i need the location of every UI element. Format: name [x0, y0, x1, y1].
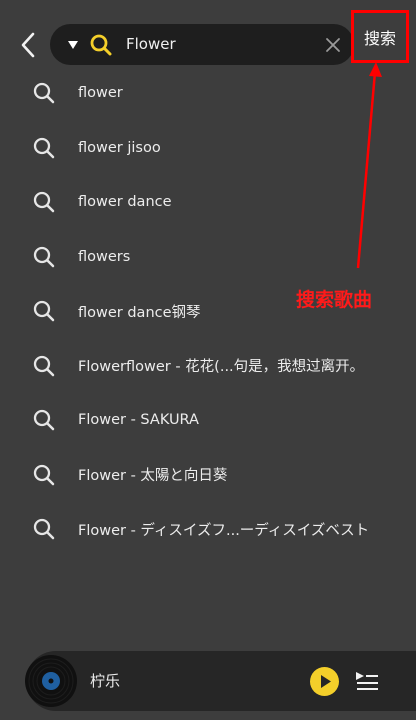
suggestion-text: Flowerflower - 花花(...句是，我想过离开。 [78, 359, 365, 376]
suggestion-text: Flower - ディスイズフ...ーディスイズベスト [78, 522, 370, 539]
search-icon [33, 355, 55, 376]
search-icon [33, 410, 55, 431]
suggestion-item[interactable]: Flower - ディスイズフ...ーディスイズベスト [0, 502, 416, 557]
player-song-title: 柠乐 [90, 672, 121, 690]
search-button[interactable]: 搜索 [351, 10, 409, 63]
suggestion-list: flower flower jisoo flower dance flowers… [0, 66, 416, 557]
clear-icon[interactable] [324, 36, 342, 54]
suggestion-item[interactable]: flower [0, 66, 416, 121]
suggestion-text: flower jisoo [78, 139, 161, 156]
suggestion-item[interactable]: flower dance [0, 175, 416, 230]
album-disc-icon[interactable] [24, 654, 78, 708]
search-type-dropdown[interactable] [66, 38, 80, 52]
chevron-left-icon [21, 32, 35, 58]
suggestion-item[interactable]: Flower - 太陽と向日葵 [0, 448, 416, 503]
suggestion-text: flower [78, 85, 123, 102]
search-icon [33, 192, 55, 213]
search-input[interactable] [126, 32, 306, 57]
search-icon [90, 34, 112, 56]
search-button-label: 搜索 [363, 28, 396, 48]
caret-down-icon [68, 41, 78, 49]
search-icon [33, 519, 55, 540]
suggestion-item[interactable]: flowers [0, 230, 416, 285]
search-icon [33, 83, 55, 104]
back-button[interactable] [14, 28, 42, 62]
suggestion-item[interactable]: Flowerflower - 花花(...句是，我想过离开。 [0, 339, 416, 394]
suggestion-item[interactable]: Flower - SAKURA [0, 393, 416, 448]
playlist-icon[interactable] [355, 670, 379, 692]
search-icon [33, 301, 55, 322]
suggestion-text: flower dance [78, 194, 172, 211]
suggestion-text: flower dance钢琴 [78, 304, 201, 321]
search-icon [33, 137, 55, 158]
search-icon [33, 246, 55, 267]
play-button[interactable] [310, 667, 339, 696]
suggestion-text: Flower - SAKURA [78, 412, 199, 429]
suggestion-item[interactable]: flower jisoo [0, 121, 416, 176]
play-icon [321, 675, 331, 688]
suggestion-text: flowers [78, 248, 131, 265]
search-icon [33, 464, 55, 485]
suggestion-text: Flower - 太陽と向日葵 [78, 468, 228, 485]
search-bar [50, 24, 354, 65]
suggestion-item[interactable]: flower dance钢琴 [0, 284, 416, 339]
